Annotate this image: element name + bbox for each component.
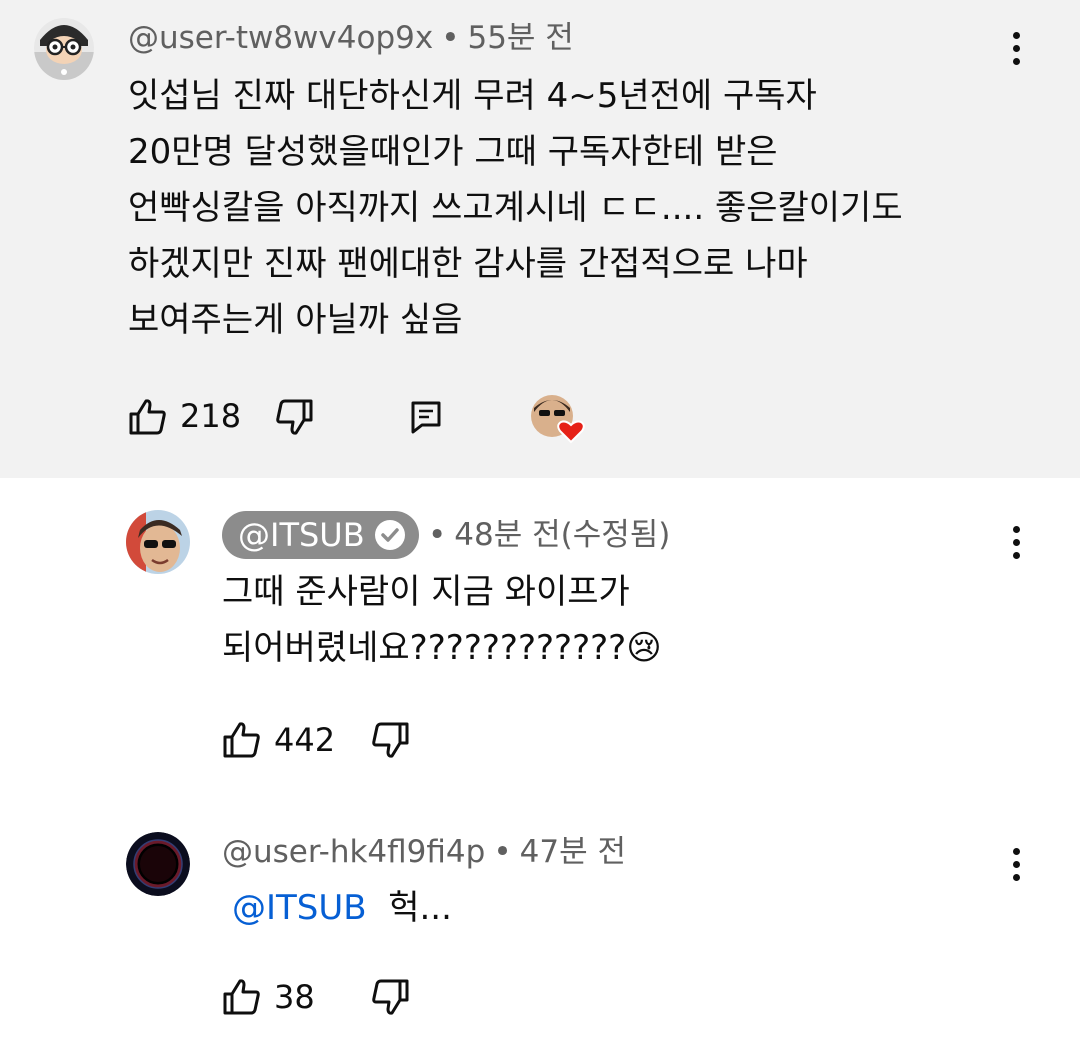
- like-count: 38: [274, 978, 315, 1016]
- comment-meta: • 48분 전(수정됨): [420, 515, 670, 555]
- comment-time[interactable]: 55분 전: [467, 20, 573, 56]
- like-button[interactable]: [222, 721, 262, 763]
- comment-time[interactable]: 48분 전(수정됨): [454, 517, 670, 553]
- meta-separator: •: [493, 834, 512, 870]
- reply-button[interactable]: [410, 400, 442, 438]
- more-options-button[interactable]: [996, 522, 1036, 562]
- like-count: 218: [180, 397, 242, 435]
- more-options-button[interactable]: [996, 844, 1036, 884]
- comment-body: @ITSUB 헉...: [232, 880, 452, 936]
- crying-face-emoji: 😢: [626, 628, 662, 668]
- dislike-button[interactable]: [274, 398, 314, 440]
- like-button[interactable]: [222, 978, 262, 1020]
- comment-line: 되어버렸네요????????????😢: [222, 628, 662, 668]
- creator-heart-icon: [557, 420, 585, 444]
- dislike-button[interactable]: [370, 721, 410, 763]
- comment-line: 20만명 달성했을때인가 그때 구독자한테 받은: [128, 132, 778, 172]
- comment-body: 그때 준사람이 지금 와이프가 되어버렸네요????????????😢: [222, 564, 662, 676]
- thumb-up-icon: [129, 399, 166, 435]
- thumb-down-icon: [372, 979, 409, 1015]
- comment-meta: @user-hk4fl9fi4p • 47분 전: [222, 832, 626, 872]
- thumb-down-icon: [276, 399, 313, 435]
- reply-icon: [411, 401, 441, 434]
- channel-owner-badge[interactable]: @ITSUB: [222, 511, 419, 559]
- comment-thread: @user-tw8wv4op9x • 55분 전 잇섭님 진짜 대단하신게 무려 4…: [0, 0, 1080, 1056]
- verified-check-icon: [374, 520, 405, 550]
- mention-link[interactable]: @ITSUB: [232, 888, 367, 928]
- avatar[interactable]: [34, 16, 94, 80]
- avatar[interactable]: [126, 832, 190, 896]
- more-options-button[interactable]: [996, 28, 1036, 68]
- meta-separator: •: [428, 517, 447, 553]
- like-button[interactable]: [128, 398, 168, 440]
- more-vert-icon: [1012, 847, 1020, 855]
- comment-body: 잇섭님 진짜 대단하신게 무려 4~5년전에 구독자 20만명 달성했을때인가 …: [128, 68, 903, 348]
- more-vert-icon: [1012, 525, 1020, 533]
- comment-time[interactable]: 47분 전: [520, 834, 626, 870]
- comment-meta: @user-tw8wv4op9x • 55분 전: [128, 18, 574, 58]
- like-count: 442: [274, 721, 336, 759]
- comment-line: 언빡싱칼을 아직까지 쓰고계시네 ㄷㄷ.... 좋은칼이기도: [128, 188, 903, 228]
- comment-line: 잇섭님 진짜 대단하신게 무려 4~5년전에 구독자: [128, 76, 817, 116]
- comment-author[interactable]: @user-hk4fl9fi4p: [222, 834, 485, 870]
- dislike-button[interactable]: [370, 978, 410, 1020]
- avatar[interactable]: [126, 510, 190, 574]
- thumb-up-icon: [223, 722, 260, 758]
- comment-line: 헉...: [388, 888, 452, 928]
- thumb-up-icon: [223, 979, 260, 1015]
- comment-line: 그때 준사람이 지금 와이프가: [222, 572, 630, 612]
- comment-author[interactable]: @user-tw8wv4op9x: [128, 20, 433, 56]
- meta-separator: •: [441, 20, 460, 56]
- creator-heart: [530, 394, 586, 448]
- comment-line: 보여주는게 아닐까 싶음: [128, 300, 463, 340]
- more-vert-icon: [1012, 31, 1020, 39]
- thumb-down-icon: [372, 722, 409, 758]
- comment-line: 하겠지만 진짜 팬에대한 감사를 간접적으로 나마: [128, 244, 808, 284]
- comment-author: @ITSUB: [238, 516, 365, 554]
